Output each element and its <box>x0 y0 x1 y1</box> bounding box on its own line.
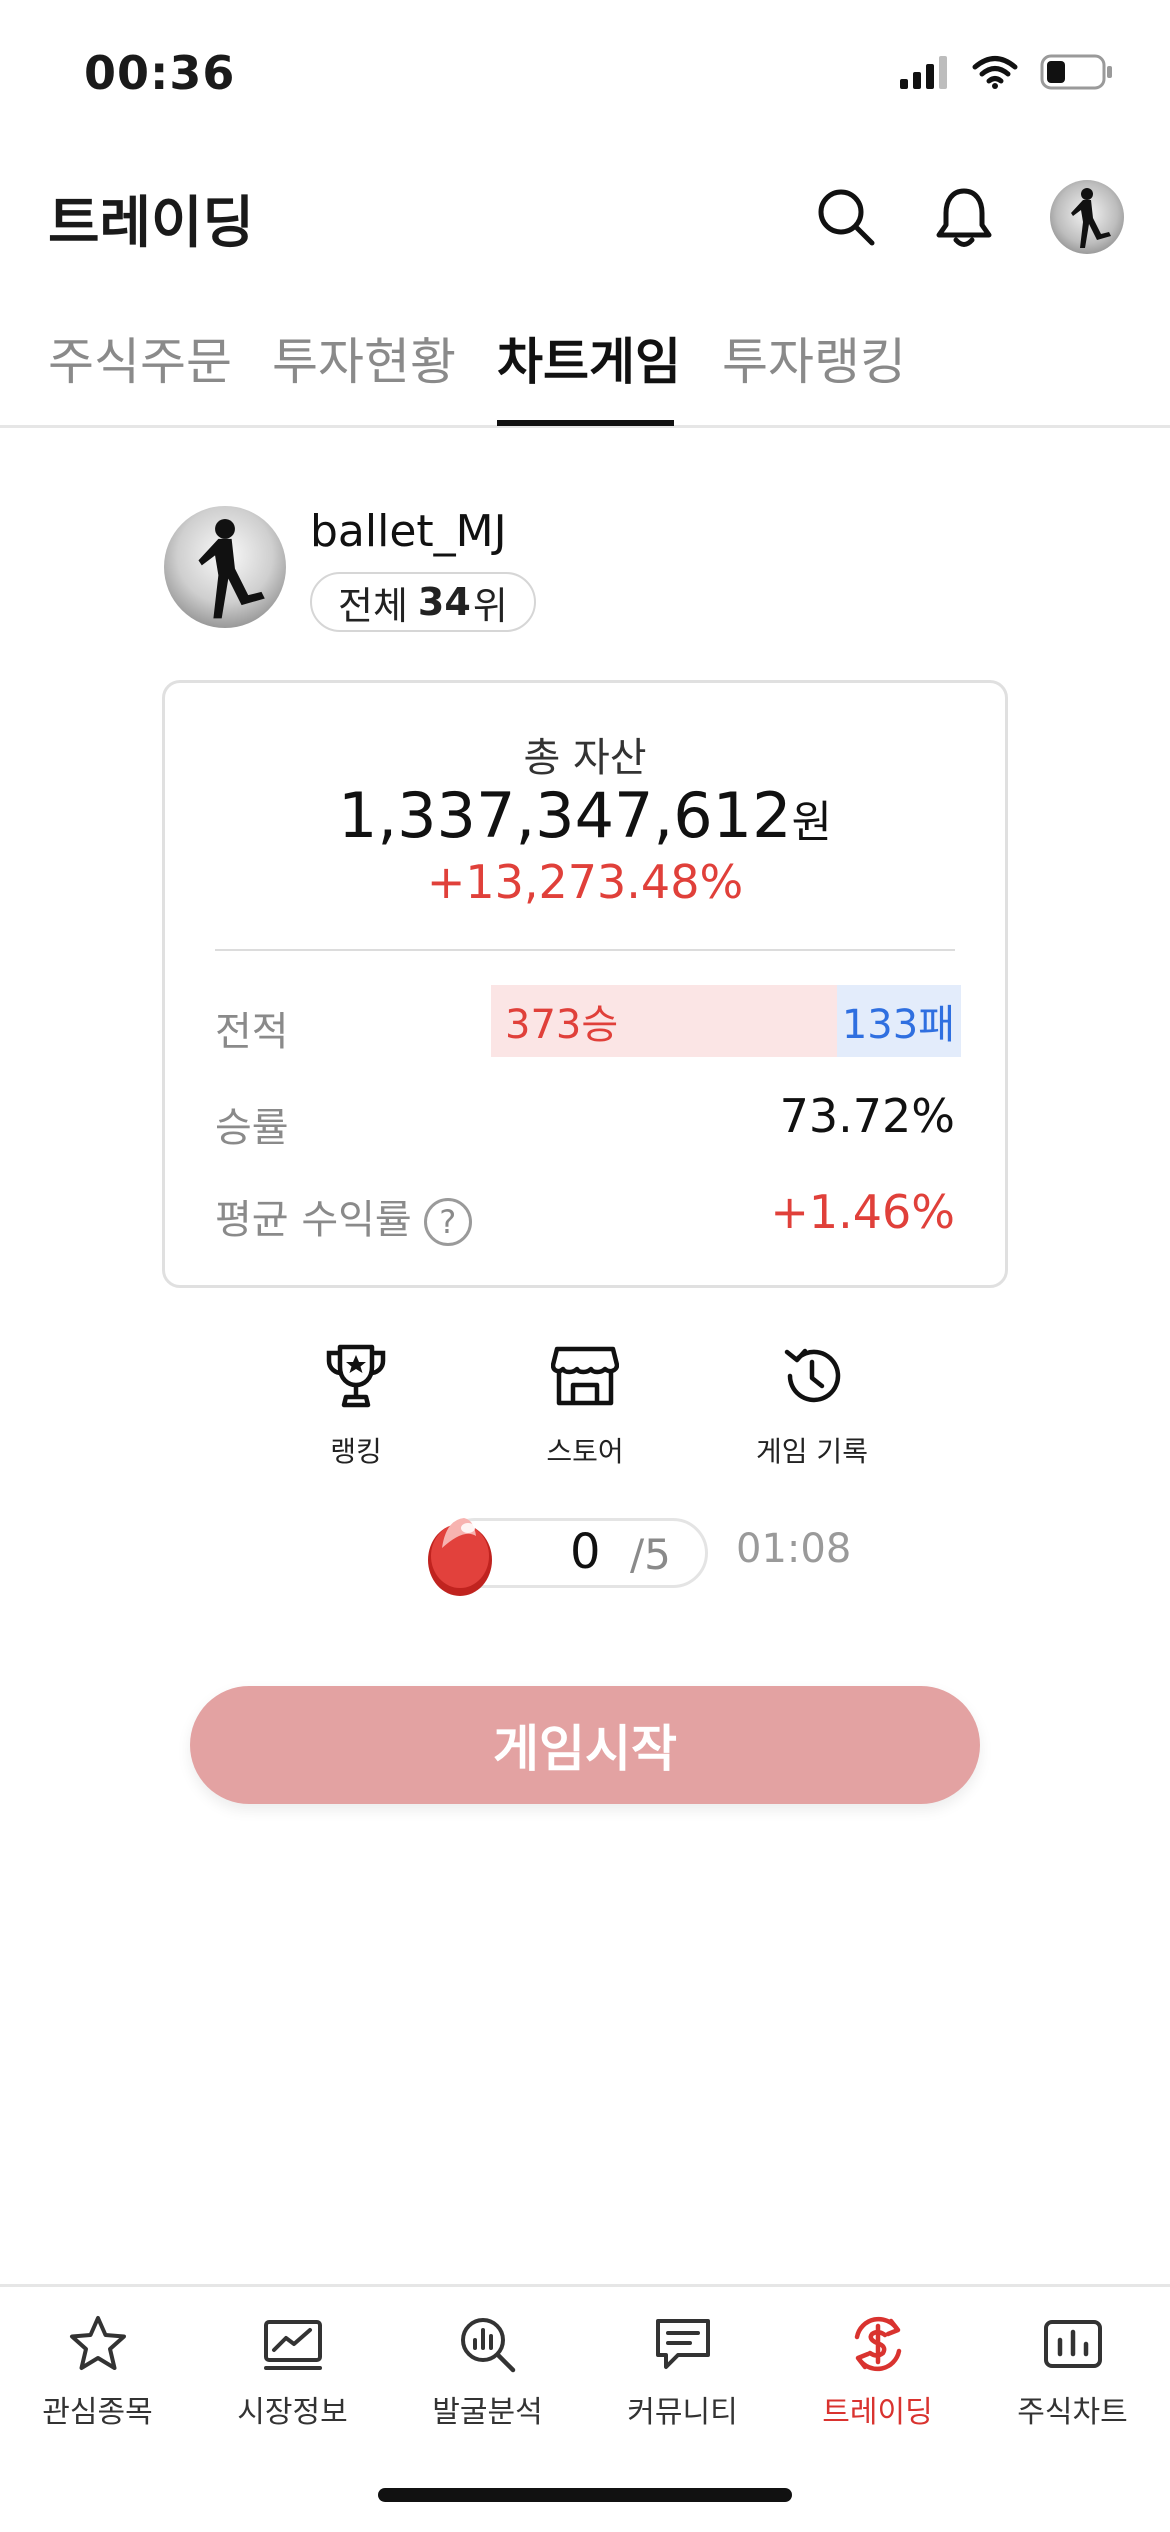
signal-icon <box>900 56 947 89</box>
trading-dollar-icon <box>854 2316 901 2372</box>
status-icons <box>900 54 1114 90</box>
avg-return-label: 평균 수익률 <box>215 1197 412 1243</box>
shortcut-game-history-label: 게임 기록 <box>756 1435 868 1468</box>
card-divider <box>215 949 955 951</box>
user-avatar[interactable] <box>164 506 286 628</box>
username: ballet_MJ <box>310 506 507 557</box>
avg-return-value: +1.46% <box>770 1185 955 1239</box>
tab-investment-ranking[interactable]: 투자랭킹 <box>722 322 906 394</box>
tab-bar: 주식주문 투자현황 차트게임 투자랭킹 <box>0 300 1170 428</box>
shortcut-ranking-label: 랭킹 <box>330 1435 382 1468</box>
total-assets-label: 총 자산 <box>523 735 647 781</box>
egg-count: 0 <box>570 1524 601 1580</box>
page-title: 트레이딩 <box>48 191 255 256</box>
total-return: +13,273.48% <box>426 855 744 909</box>
header: 트레이딩 <box>0 160 1170 270</box>
star-icon <box>69 2316 126 2370</box>
market-chart-icon <box>263 2320 322 2370</box>
nav-community[interactable]: 커뮤니티 <box>585 2309 780 2431</box>
red-egg-icon <box>428 1518 492 1596</box>
nav-trading[interactable]: 트레이딩 <box>780 2309 975 2431</box>
nav-discovery-analysis[interactable]: 발굴분석 <box>390 2309 585 2431</box>
shortcut-ranking[interactable]: 랭킹 <box>256 1336 456 1470</box>
bell-icon[interactable] <box>934 185 994 249</box>
egg-max: /5 <box>630 1530 671 1579</box>
status-time: 00:36 <box>84 46 236 100</box>
home-indicator <box>378 2488 792 2502</box>
shortcut-store-label: 스토어 <box>546 1435 624 1468</box>
search-icon[interactable] <box>814 185 878 249</box>
avg-return-row: 평균 수익률? <box>215 1187 472 1246</box>
nav-watchlist[interactable]: 관심종목 <box>0 2309 195 2431</box>
rank-suffix: 위 <box>472 583 508 628</box>
history-icon <box>784 1348 841 1403</box>
rank-badge: 전체 34 위 <box>310 572 536 632</box>
asset-summary-card: 총 자산 1,337,347,612원 +13,273.48% 전적 373승 … <box>162 680 1008 1288</box>
win-rate-value: 73.72% <box>779 1089 955 1143</box>
trophy-icon <box>326 1344 386 1408</box>
profile-avatar[interactable] <box>1050 180 1124 254</box>
ballet-dancer-icon <box>198 518 265 619</box>
active-tab-indicator <box>497 420 674 426</box>
game-start-button[interactable]: 게임시작 <box>190 1686 980 1804</box>
chat-icon <box>655 2319 710 2369</box>
battery-icon <box>1040 54 1112 90</box>
total-assets: 1,337,347,612원 <box>165 779 1005 852</box>
tab-investment-status[interactable]: 투자현황 <box>272 322 456 394</box>
record-label: 전적 <box>215 1009 289 1055</box>
analysis-search-icon <box>460 2318 515 2373</box>
shortcut-game-history[interactable]: 게임 기록 <box>712 1336 912 1470</box>
nav-discovery-analysis-label: 발굴분석 <box>432 2395 543 2430</box>
nav-watchlist-label: 관심종목 <box>42 2395 153 2430</box>
losses-segment: 133패 <box>837 985 961 1057</box>
nav-market-info-label: 시장정보 <box>237 2395 348 2430</box>
status-bar: 00:36 <box>0 0 1170 150</box>
nav-community-label: 커뮤니티 <box>627 2395 738 2430</box>
nav-trading-label: 트레이딩 <box>822 2395 933 2430</box>
wifi-icon <box>972 56 1018 89</box>
egg-refill-timer: 01:08 <box>736 1526 852 1572</box>
nav-stock-chart[interactable]: 주식차트 <box>975 2309 1170 2431</box>
shortcut-store[interactable]: 스토어 <box>485 1336 685 1470</box>
rank-number: 34 <box>417 580 471 624</box>
total-assets-unit: 원 <box>791 797 833 848</box>
wins-segment: 373승 <box>491 985 837 1057</box>
header-icons <box>814 180 1124 254</box>
help-icon[interactable]: ? <box>423 1198 472 1246</box>
tab-chart-game[interactable]: 차트게임 <box>497 322 681 394</box>
ballet-dancer-icon <box>1071 188 1111 248</box>
bar-chart-icon <box>1043 2320 1102 2368</box>
store-icon <box>551 1346 619 1406</box>
nav-market-info[interactable]: 시장정보 <box>195 2309 390 2431</box>
total-assets-value: 1,337,347,612 <box>337 779 792 852</box>
rank-prefix: 전체 <box>338 583 408 628</box>
win-loss-bar: 373승 133패 <box>491 985 961 1057</box>
nav-stock-chart-label: 주식차트 <box>1017 2395 1128 2430</box>
tab-stock-order[interactable]: 주식주문 <box>48 322 232 394</box>
win-rate-label: 승률 <box>215 1105 289 1151</box>
